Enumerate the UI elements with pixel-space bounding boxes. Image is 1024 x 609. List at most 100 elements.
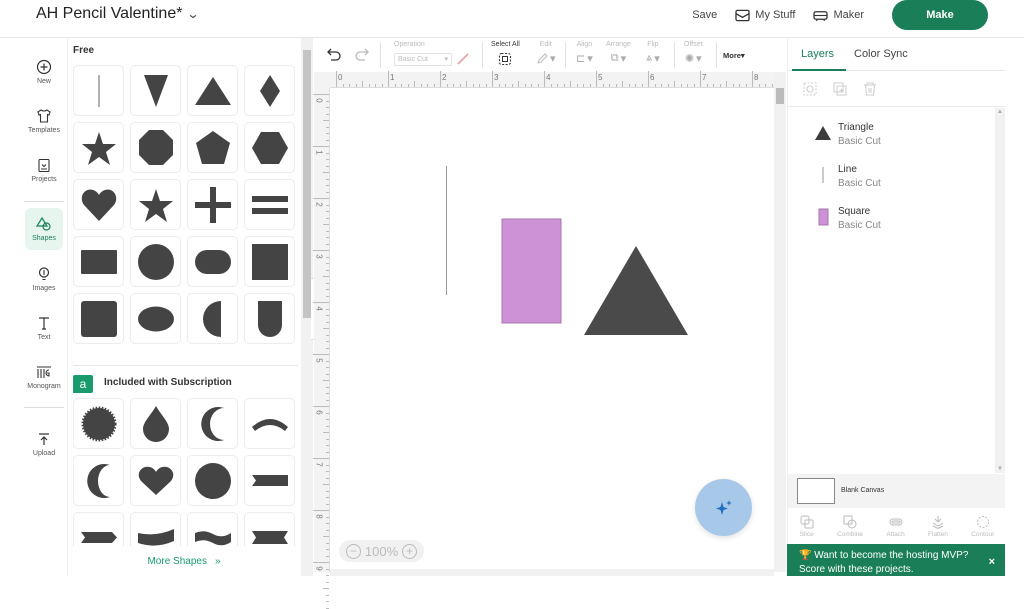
promo-banner[interactable]: 🏆 Want to become the hosting MVP? Score … (787, 544, 1005, 576)
group-icon[interactable] (802, 81, 818, 97)
contour-button[interactable]: Contour (971, 515, 994, 538)
trash-icon[interactable] (862, 81, 878, 97)
shape-oval[interactable] (130, 293, 181, 344)
shape-triangle[interactable] (187, 65, 238, 116)
layer-row-triangle[interactable]: Triangle Basic Cut (791, 114, 991, 152)
nav-text[interactable]: Text (25, 306, 63, 350)
ruler-tick (326, 341, 329, 342)
layer-row-line[interactable]: Line Basic Cut (791, 156, 991, 194)
horizontal-ruler: 0 1 2 3 4 5 6 7 8 (330, 71, 799, 88)
redo-button[interactable] (354, 47, 370, 61)
shape-diamond[interactable] (244, 65, 295, 116)
shape-scalloped-circle[interactable] (187, 455, 238, 506)
ruler-tick (576, 84, 578, 87)
blank-canvas-row[interactable]: Blank Canvas (788, 474, 1006, 508)
nav-shapes[interactable]: Shapes (25, 208, 63, 250)
flatten-button[interactable]: Flatten (928, 515, 948, 538)
scrollbar-thumb[interactable] (776, 88, 784, 104)
select-all-button[interactable]: Select All (491, 41, 520, 66)
nav-upload[interactable]: Upload (25, 422, 63, 466)
shape-half-circle[interactable] (187, 293, 238, 344)
ruler-tick (414, 81, 415, 87)
combine-button[interactable]: Combine (837, 515, 863, 538)
zoom-out-button[interactable]: − (345, 543, 361, 559)
nav-label: Images (32, 285, 56, 292)
ruler-tick (326, 445, 329, 446)
shape-square[interactable] (244, 236, 295, 287)
edit-button[interactable]: Edit ▾ (536, 41, 556, 65)
arrange-button[interactable]: Arrange ⧉ ▾ (606, 41, 631, 65)
layer-row-square[interactable]: Square Basic Cut (791, 198, 991, 236)
operation-select[interactable]: Basic Cut ▾ (394, 52, 452, 66)
shape-crescent[interactable] (187, 398, 238, 449)
canvas-triangle[interactable] (584, 246, 688, 335)
nav-monogram[interactable]: Monogram (25, 355, 63, 399)
align-button[interactable]: Align ⊏ ▾ (576, 41, 593, 65)
shape-star-small[interactable] (130, 179, 181, 230)
my-stuff-button[interactable]: My Stuff (735, 9, 795, 22)
scroll-down-icon[interactable]: ▼ (997, 466, 1003, 472)
shape-heart[interactable] (73, 179, 124, 230)
zoom-in-button[interactable]: + (402, 543, 418, 559)
nav-new[interactable]: New (25, 50, 63, 94)
shape-plus[interactable] (187, 179, 238, 230)
ruler-tick (472, 84, 474, 87)
canvas-vertical-scrollbar[interactable] (774, 72, 786, 572)
save-button[interactable]: Save (692, 9, 717, 21)
ruler-tick (427, 84, 428, 87)
ruler-tick (557, 84, 558, 87)
canvas-square[interactable] (501, 218, 562, 324)
canvas-color-swatch[interactable] (797, 478, 835, 504)
shape-hexagon[interactable] (244, 122, 295, 173)
flip-button[interactable]: Flip ⩓ ▾ (646, 41, 660, 65)
caret-down-icon: ▾ (620, 53, 627, 65)
nav-templates[interactable]: Templates (25, 99, 63, 143)
shape-star[interactable] (73, 122, 124, 173)
shape-teardrop[interactable] (130, 398, 181, 449)
shape-rounded-square[interactable] (73, 293, 124, 344)
slice-button[interactable]: Slice (800, 515, 814, 538)
attach-button[interactable]: Attach (886, 515, 905, 538)
ruler-tick (641, 84, 643, 87)
shape-heart-2[interactable] (130, 455, 181, 506)
shape-rounded-rectangle[interactable] (187, 236, 238, 287)
make-button[interactable]: Make (892, 0, 988, 30)
shape-seal[interactable] (73, 398, 124, 449)
undo-button[interactable] (326, 47, 342, 61)
more-shapes-link[interactable]: More Shapes » (69, 546, 299, 576)
pentagon-icon (195, 130, 230, 164)
shape-crescent-thin[interactable] (73, 455, 124, 506)
ruler-tick (732, 84, 734, 87)
shape-pentagon[interactable] (187, 122, 238, 173)
ruler-tick (583, 84, 584, 87)
ai-assistant-button[interactable] (695, 479, 752, 536)
canvas-horizontal-scrollbar[interactable] (330, 569, 774, 576)
project-title-dropdown[interactable]: AH Pencil Valentine* ⌄ (36, 5, 200, 23)
tab-layers[interactable]: Layers (801, 48, 834, 60)
ruler-tick (326, 152, 329, 154)
more-button[interactable]: More ▾ (723, 51, 745, 60)
scrollbar-thumb[interactable] (303, 50, 311, 318)
ruler-tick (326, 399, 329, 401)
close-icon[interactable]: × (989, 555, 995, 569)
shape-arc-banner[interactable] (244, 398, 295, 449)
maker-button[interactable]: Maker (813, 9, 864, 22)
layers-scrollbar[interactable]: ▲ ▼ (995, 108, 1005, 473)
shape-banner[interactable] (244, 455, 295, 506)
shape-circle[interactable] (130, 236, 181, 287)
shape-shield[interactable] (244, 293, 295, 344)
align-icon: ⊏ (576, 53, 586, 65)
duplicate-icon[interactable] (832, 81, 848, 97)
ruler-label: 9 (314, 566, 324, 571)
scroll-up-icon[interactable]: ▲ (997, 109, 1003, 115)
nav-projects[interactable]: Projects (25, 148, 63, 192)
offset-button[interactable]: Offset ✺ ▾ (684, 41, 703, 65)
shape-inverted-triangle[interactable] (130, 65, 181, 116)
shape-rectangle[interactable] (73, 236, 124, 287)
nav-images[interactable]: Images (25, 257, 63, 301)
shape-octagon[interactable] (130, 122, 181, 173)
tab-color-sync[interactable]: Color Sync (854, 48, 908, 60)
shape-equals[interactable] (244, 179, 295, 230)
operation-dropdown[interactable]: Operation Basic Cut ▾ (394, 41, 470, 66)
shape-line[interactable] (73, 65, 124, 116)
